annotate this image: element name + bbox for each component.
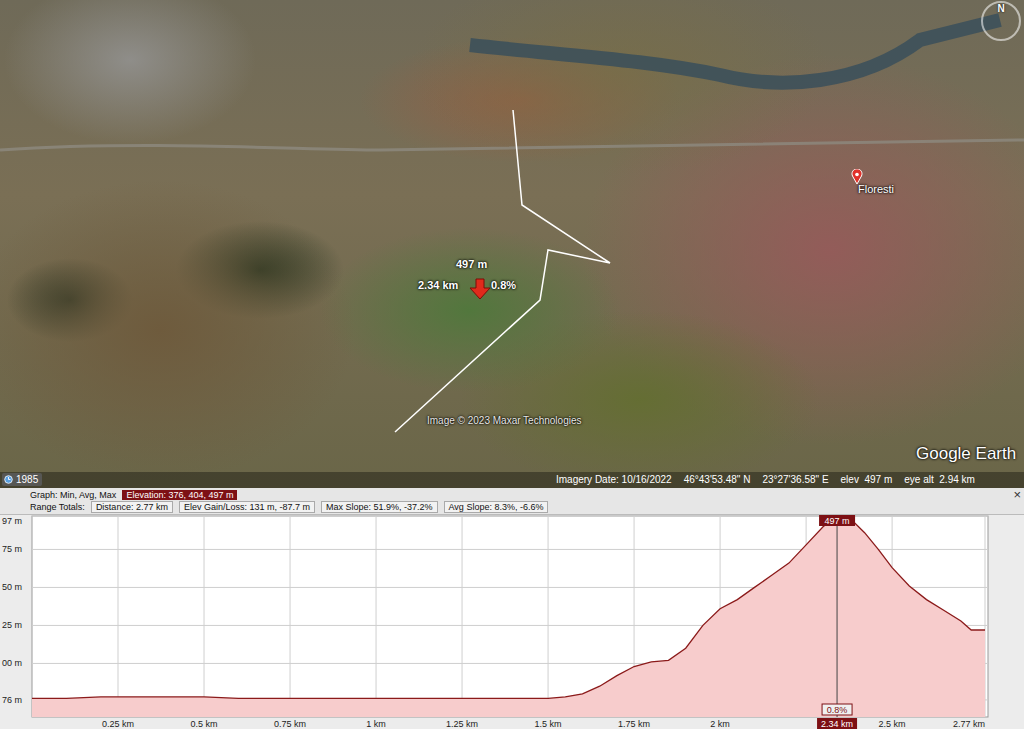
elevation-line — [32, 516, 985, 698]
graph-summary-row: Graph: Min, Avg, Max Elevation: 376, 404,… — [30, 489, 1004, 500]
compass-north: N — [997, 3, 1004, 39]
x-gridline — [462, 516, 463, 717]
range-label: Range Totals: — [30, 502, 85, 512]
path-line[interactable] — [395, 110, 610, 432]
graph-header: Graph: Min, Avg, Max Elevation: 376, 404,… — [0, 488, 1024, 515]
cursor-line[interactable] — [837, 516, 838, 717]
cursor-distance-text: 2.34 km — [821, 719, 853, 729]
graph-title: Graph: Min, Avg, Max — [30, 490, 116, 500]
range-total[interactable]: Elev Gain/Loss: 131 m, -87.7 m — [179, 501, 315, 513]
compass[interactable]: N — [981, 1, 1021, 41]
x-tick: 2.5 km — [879, 719, 906, 729]
elevation-chart[interactable]: 0.25 km 0.5 km 0.75 km 1 km 1.25 km 1.5 km 1.7… — [0, 515, 1024, 729]
place-label[interactable]: Floresti — [858, 183, 894, 195]
y-tick: 25 m — [2, 620, 22, 630]
marker-distance: 2.34 km — [418, 279, 458, 291]
x-tick: 0.75 km — [274, 719, 306, 729]
x-tick: 2 km — [710, 719, 730, 729]
y-tick: 76 m — [2, 695, 22, 705]
x-tick: 0.25 km — [102, 719, 134, 729]
x-tick: 2.77 km — [953, 719, 985, 729]
range-total[interactable]: Distance: 2.77 km — [91, 501, 173, 513]
elevation-profile: Graph: Min, Avg, Max Elevation: 376, 404,… — [0, 488, 1024, 730]
cursor-distance: 2.34 km — [817, 718, 857, 729]
elevation-summary[interactable]: Elevation: 376, 404, 497 m — [122, 490, 237, 500]
x-gridline — [204, 516, 205, 717]
elevation-area — [32, 516, 985, 717]
down-arrow-icon — [469, 278, 491, 300]
google-earth-logo: Google Earth — [916, 444, 1016, 464]
pin-icon[interactable] — [851, 169, 863, 185]
elevation: elev 497 m — [841, 474, 893, 485]
y-tick: 00 m — [2, 658, 22, 668]
cursor-elevation-text: 497 m — [825, 516, 850, 526]
cursor-elevation: 497 m — [819, 515, 855, 526]
y-tick: 75 m — [2, 544, 22, 554]
map-overlay — [0, 0, 1024, 488]
map-view[interactable]: 497 m 2.34 km 0.8% Floresti N Image © 2023 Ma… — [0, 0, 1024, 488]
marker-slope: 0.8% — [491, 279, 516, 291]
x-gridline — [290, 516, 291, 717]
river — [470, 20, 1000, 83]
x-tick: 1.25 km — [446, 719, 478, 729]
clock-icon — [4, 475, 13, 484]
status-bar: 1985 Imagery Date: 10/16/2022 46°43'53.48"… — [0, 472, 1024, 488]
cursor-slope-text: 0.8% — [827, 705, 848, 715]
status-info: Imagery Date: 10/16/2022 46°43'53.48" N 23… — [556, 474, 1020, 485]
historical-imagery[interactable]: 1985 — [2, 473, 42, 486]
y-tick: 97 m — [2, 516, 22, 526]
watermark: Image © 2023 Maxar Technologies — [427, 415, 582, 426]
longitude: 23°27'36.58" E — [762, 474, 828, 485]
x-tick: 1.75 km — [618, 719, 650, 729]
x-tick: 0.5 km — [191, 719, 218, 729]
range-total[interactable]: Max Slope: 51.9%, -37.2% — [321, 501, 438, 513]
imagery-date: Imagery Date: 10/16/2022 — [556, 474, 672, 485]
year-label: 1985 — [16, 474, 38, 485]
latitude: 46°43'53.48" N — [684, 474, 751, 485]
range-totals-row: Range Totals: Distance: 2.77 km Elev Gain/… — [30, 501, 1004, 513]
marker-elevation: 497 m — [456, 258, 487, 270]
x-gridline — [118, 516, 119, 717]
x-gridline — [548, 516, 549, 717]
x-tick: 1.5 km — [535, 719, 562, 729]
x-gridline — [376, 516, 377, 717]
x-tick: 1 km — [366, 719, 386, 729]
range-total[interactable]: Avg Slope: 8.3%, -6.6% — [444, 501, 549, 513]
road — [0, 140, 1024, 150]
y-tick: 50 m — [2, 582, 22, 592]
close-button[interactable]: × — [1013, 488, 1021, 502]
cursor-slope: 0.8% — [822, 704, 852, 715]
eye-altitude: eye alt 2.94 km — [904, 474, 975, 485]
